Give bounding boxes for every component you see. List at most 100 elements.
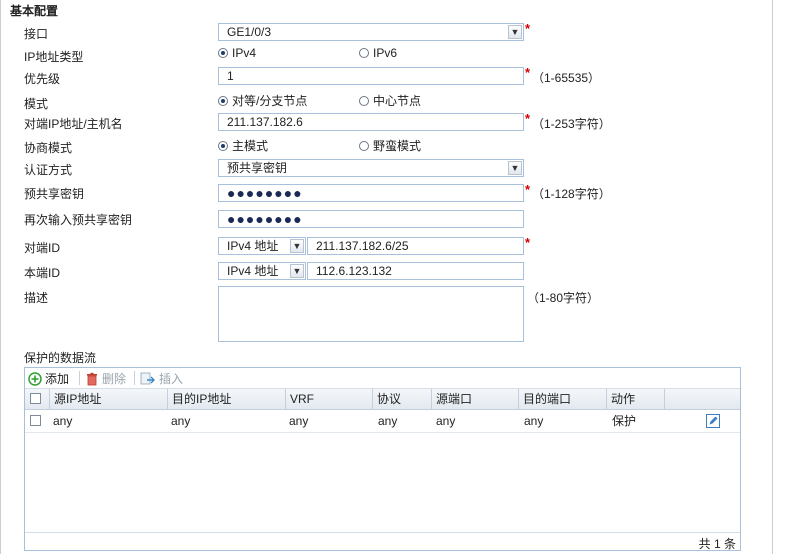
peer-address-value: 211.137.182.6 xyxy=(227,115,303,129)
section-title: 基本配置 xyxy=(10,4,59,18)
add-icon xyxy=(28,371,42,386)
ip-type-ipv4-label: IPv4 xyxy=(232,46,257,60)
chevron-down-icon[interactable]: ▼ xyxy=(290,264,304,278)
insert-button[interactable]: 插入 xyxy=(140,370,183,387)
trash-icon xyxy=(87,372,97,385)
ip-type-ipv4-radio[interactable]: IPv4 xyxy=(218,46,256,60)
local-id-label: 本端ID xyxy=(24,266,61,280)
interface-label: 接口 xyxy=(24,27,49,41)
auth-method-label: 认证方式 xyxy=(24,163,73,177)
interface-select[interactable]: GE1/0/3 ▼ xyxy=(218,23,524,41)
flow-table-header: 源IP地址 目的IP地址 VRF 协议 源端口 目的端口 动作 xyxy=(25,389,740,410)
chevron-down-icon[interactable]: ▼ xyxy=(508,25,522,39)
toolbar-divider xyxy=(134,371,135,385)
chevron-down-icon[interactable]: ▼ xyxy=(508,161,522,175)
edit-icon[interactable] xyxy=(706,414,720,428)
ip-type-ipv6-label: IPv6 xyxy=(373,46,398,60)
radio-unselected-icon xyxy=(359,140,369,151)
negotiation-aggressive-radio[interactable]: 野蛮模式 xyxy=(359,137,421,154)
peer-address-label: 对端IP地址/主机名 xyxy=(24,117,123,131)
priority-hint: （1-65535） xyxy=(532,71,601,85)
required-mark: * xyxy=(525,111,531,126)
required-mark: * xyxy=(525,235,531,250)
delete-button[interactable]: 删除 xyxy=(85,370,126,387)
table-row[interactable]: any any any any any any 保护 xyxy=(25,410,740,433)
required-mark: * xyxy=(525,182,531,197)
flow-table: 添加 删除 插入 源IP地址 目的IP地址 VRF 协议 源端口 目的端口 动作… xyxy=(24,367,741,551)
left-frame-border xyxy=(0,0,1,554)
cell-src-port: any xyxy=(436,414,456,428)
cell-src-ip: any xyxy=(53,414,73,428)
local-id-value: 112.6.123.132 xyxy=(316,264,392,278)
cell-vrf: any xyxy=(289,414,309,428)
flow-table-footer: 共 1 条 xyxy=(25,532,740,552)
mode-center-label: 中心节点 xyxy=(373,94,422,108)
chevron-down-icon[interactable]: ▼ xyxy=(290,239,304,253)
toolbar-divider xyxy=(79,371,80,385)
cell-dst-ip: any xyxy=(171,414,191,428)
peer-id-value: 211.137.182.6/25 xyxy=(316,239,409,253)
radio-unselected-icon xyxy=(359,95,369,106)
add-button-label: 添加 xyxy=(45,372,70,386)
psk-confirm-label: 再次输入预共享密钥 xyxy=(24,213,133,227)
negotiation-main-label: 主模式 xyxy=(232,139,269,153)
total-count: 共 1 条 xyxy=(698,537,736,551)
peer-id-type-value: IPv4 地址 xyxy=(227,239,279,253)
radio-selected-icon xyxy=(218,48,228,58)
local-id-type-value: IPv4 地址 xyxy=(227,264,279,278)
column-header[interactable]: VRF xyxy=(285,389,372,409)
add-button[interactable]: 添加 xyxy=(28,370,69,387)
column-header[interactable]: 源IP地址 xyxy=(49,389,167,409)
psk-confirm-masked-value: ●●●●●●●● xyxy=(227,211,303,227)
column-header[interactable]: 目的IP地址 xyxy=(167,389,285,409)
priority-label: 优先级 xyxy=(24,72,61,86)
psk-hint: （1-128字符） xyxy=(532,187,611,201)
column-header[interactable]: 目的端口 xyxy=(518,389,606,409)
description-hint: （1-80字符） xyxy=(527,291,600,305)
negotiation-mode-label: 协商模式 xyxy=(24,141,73,155)
column-header[interactable]: 协议 xyxy=(372,389,431,409)
peer-id-type-select[interactable]: IPv4 地址 ▼ xyxy=(218,237,306,255)
radio-unselected-icon xyxy=(359,48,369,58)
ip-type-ipv6-radio[interactable]: IPv6 xyxy=(359,46,397,60)
description-textarea[interactable] xyxy=(218,286,524,342)
mode-peer-label: 对等/分支节点 xyxy=(232,94,308,108)
auth-method-value: 预共享密钥 xyxy=(227,161,288,175)
column-header[interactable]: 动作 xyxy=(606,389,664,409)
column-header[interactable]: 源端口 xyxy=(431,389,518,409)
row-checkbox[interactable] xyxy=(30,415,41,426)
cell-action: 保护 xyxy=(612,414,637,428)
mode-center-radio[interactable]: 中心节点 xyxy=(359,92,421,109)
mode-peer-radio[interactable]: 对等/分支节点 xyxy=(218,92,307,109)
psk-input[interactable]: ●●●●●●●● xyxy=(218,184,524,202)
psk-masked-value: ●●●●●●●● xyxy=(227,185,303,201)
auth-method-select[interactable]: 预共享密钥 ▼ xyxy=(218,159,524,177)
right-frame-border xyxy=(772,0,773,554)
radio-selected-icon xyxy=(218,95,228,106)
peer-address-input[interactable]: 211.137.182.6 xyxy=(218,113,524,131)
negotiation-aggressive-label: 野蛮模式 xyxy=(373,139,422,153)
priority-input[interactable]: 1 xyxy=(218,67,524,85)
negotiation-main-radio[interactable]: 主模式 xyxy=(218,137,268,154)
required-mark: * xyxy=(525,21,531,36)
peer-id-input[interactable]: 211.137.182.6/25 xyxy=(307,237,524,255)
insert-icon xyxy=(140,372,155,384)
ip-type-label: IP地址类型 xyxy=(24,50,84,64)
column-header-empty xyxy=(664,389,740,409)
flow-title: 保护的数据流 xyxy=(24,351,97,365)
peer-id-label: 对端ID xyxy=(24,241,61,255)
description-label: 描述 xyxy=(24,291,49,305)
insert-button-label: 插入 xyxy=(159,372,184,386)
priority-value: 1 xyxy=(227,69,234,83)
local-id-type-select[interactable]: IPv4 地址 ▼ xyxy=(218,262,306,280)
cell-dst-port: any xyxy=(524,414,544,428)
select-all-checkbox[interactable] xyxy=(30,393,41,404)
mode-label: 模式 xyxy=(24,97,49,111)
delete-button-label: 删除 xyxy=(102,372,127,386)
local-id-input[interactable]: 112.6.123.132 xyxy=(307,262,524,280)
required-mark: * xyxy=(525,65,531,80)
flow-toolbar: 添加 删除 插入 xyxy=(25,368,740,389)
psk-confirm-input[interactable]: ●●●●●●●● xyxy=(218,210,524,228)
select-all-cell xyxy=(25,389,49,409)
radio-selected-icon xyxy=(218,140,228,151)
